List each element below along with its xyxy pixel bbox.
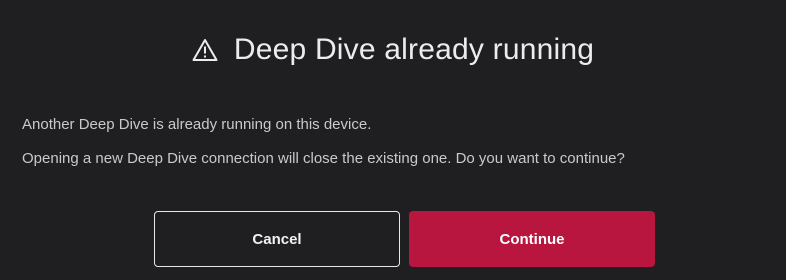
deep-dive-running-dialog: Deep Dive already running Another Deep D… [0, 0, 786, 280]
warning-triangle-icon [192, 38, 218, 62]
dialog-header: Deep Dive already running [0, 8, 786, 92]
dialog-message-line1: Another Deep Dive is already running on … [22, 116, 372, 133]
dialog-title: Deep Dive already running [233, 33, 595, 66]
dialog-message-line2: Opening a new Deep Dive connection will … [22, 150, 625, 167]
dialog-actions: Cancel Continue [0, 211, 786, 267]
cancel-button[interactable]: Cancel [154, 211, 400, 267]
continue-button[interactable]: Continue [409, 211, 655, 267]
